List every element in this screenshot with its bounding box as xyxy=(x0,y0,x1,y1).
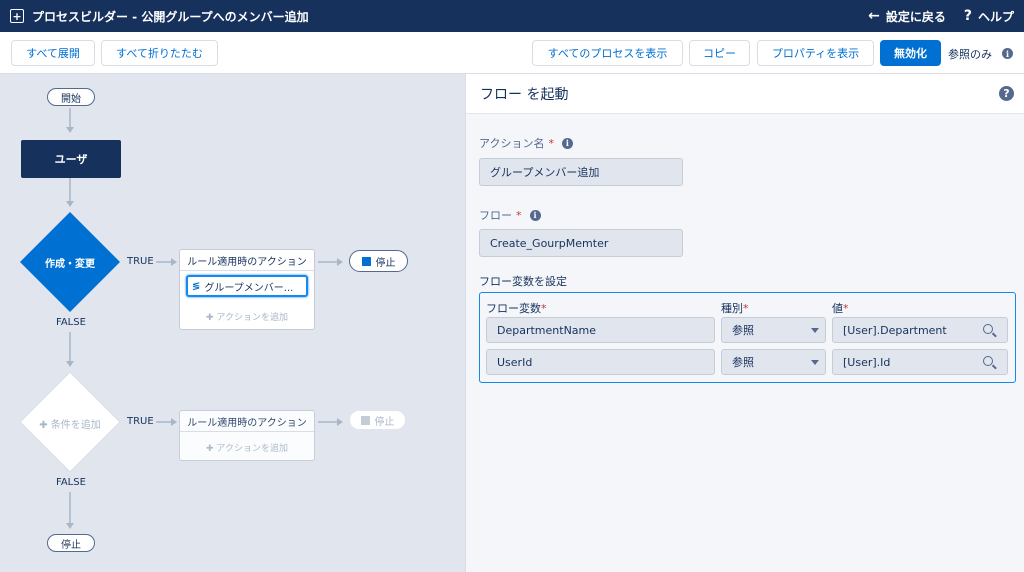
false-label-2: FALSE xyxy=(56,477,86,488)
add-action-2-label: アクションを追加 xyxy=(216,444,288,454)
back-to-setup-link[interactable]: ← 設定に戻る xyxy=(868,8,946,25)
back-to-setup-label: 設定に戻る xyxy=(885,9,946,24)
type-select-2-value: 参照 xyxy=(732,356,754,369)
plus-icon: ✚ xyxy=(206,313,217,323)
add-action-2[interactable]: ✚ アクションを追加 xyxy=(180,441,314,454)
process-builder-icon: + xyxy=(10,9,24,23)
value-field-1-text: [User].Department xyxy=(843,323,947,337)
col-header-type-text: 種別 xyxy=(721,302,743,315)
type-select-2[interactable]: 参照 xyxy=(721,349,826,375)
info-icon[interactable]: i xyxy=(529,209,541,221)
immediate-actions-2: ルール適用時のアクション ✚ アクションを追加 xyxy=(179,410,315,461)
info-icon[interactable]: i xyxy=(1002,48,1013,59)
immediate-actions-1: ルール適用時のアクション ≶ グループメンバー... ✚ アクションを追加 xyxy=(179,249,315,330)
search-icon[interactable] xyxy=(983,324,993,334)
deactivate-button[interactable]: 無効化 xyxy=(880,40,941,66)
required-mark: * xyxy=(516,208,522,222)
col-header-value-text: 値 xyxy=(832,302,843,315)
var-name-field-2[interactable]: UserId xyxy=(486,349,715,375)
panel-title: フロー を起動 xyxy=(480,86,569,103)
stop-node-2[interactable]: 停止 xyxy=(349,410,406,430)
false-label-1: FALSE xyxy=(56,317,86,328)
stop-node-1-label: 停止 xyxy=(375,257,396,269)
arrow-left-icon: ← xyxy=(868,8,880,24)
value-field-2[interactable]: [User].Id xyxy=(832,349,1008,375)
page-title: プロセスビルダー - 公開グループへのメンバー追加 xyxy=(32,9,309,24)
help-link[interactable]: ? ヘルプ xyxy=(964,8,1014,25)
action-item-flow[interactable]: ≶ グループメンバー... xyxy=(186,275,308,297)
type-select-1-value: 参照 xyxy=(732,324,754,337)
stop-node-2-label: 停止 xyxy=(374,416,395,428)
add-action-1[interactable]: ✚ アクションを追加 xyxy=(180,310,314,323)
required-mark: * xyxy=(541,302,547,315)
help-label: ヘルプ xyxy=(977,9,1014,24)
show-properties-button[interactable]: プロパティを表示 xyxy=(757,40,874,66)
object-node[interactable]: ユーザ xyxy=(21,140,121,178)
action-item-label: グループメンバー... xyxy=(204,282,294,294)
stop-node-1[interactable]: 停止 xyxy=(349,250,408,272)
plus-icon: ✚ xyxy=(206,444,217,454)
add-action-1-label: アクションを追加 xyxy=(216,313,288,323)
stop-square-icon xyxy=(360,415,370,425)
action-name-label: アクション名 * i xyxy=(479,135,573,151)
chevron-down-icon xyxy=(811,328,819,333)
action-name-field[interactable]: グループメンバー追加 xyxy=(479,158,683,186)
flow-label-text: フロー xyxy=(479,209,512,222)
required-mark: * xyxy=(743,302,749,315)
col-header-type: 種別* xyxy=(721,300,749,316)
add-criteria-label[interactable]: ✚ 条件を追加 xyxy=(30,416,110,431)
col-header-var-text: フロー変数 xyxy=(486,302,541,315)
immediate-actions-header-2: ルール適用時のアクション xyxy=(180,411,314,432)
required-mark: * xyxy=(843,302,849,315)
flow-icon: ≶ xyxy=(192,280,201,292)
true-label-1: TRUE xyxy=(127,256,154,267)
chevron-down-icon xyxy=(811,360,819,365)
plus-icon: ✚ xyxy=(39,420,51,431)
start-node[interactable]: 開始 xyxy=(47,88,95,106)
info-icon[interactable]: i xyxy=(561,137,573,149)
copy-button[interactable]: コピー xyxy=(689,40,750,66)
search-icon[interactable] xyxy=(983,356,993,366)
var-name-field-1[interactable]: DepartmentName xyxy=(486,317,715,343)
value-field-1[interactable]: [User].Department xyxy=(832,317,1008,343)
app-header: + プロセスビルダー - 公開グループへのメンバー追加 ← 設定に戻る ? ヘル… xyxy=(0,0,1024,32)
col-header-var: フロー変数* xyxy=(486,300,547,316)
read-only-label: 参照のみ xyxy=(948,48,992,61)
value-field-2-text: [User].Id xyxy=(843,355,891,369)
add-criteria-text: 条件を追加 xyxy=(50,420,101,431)
set-vars-label: フロー変数を設定 xyxy=(479,275,567,288)
type-select-1[interactable]: 参照 xyxy=(721,317,826,343)
expand-all-button[interactable]: すべて展開 xyxy=(11,40,95,66)
criteria-1-label: 作成・変更 xyxy=(45,259,95,270)
col-header-value: 値* xyxy=(832,300,849,316)
collapse-all-button[interactable]: すべて折りたたむ xyxy=(101,40,218,66)
immediate-actions-header: ルール適用時のアクション xyxy=(180,250,314,271)
flow-label: フロー * i xyxy=(479,207,541,223)
toolbar: すべて展開 すべて折りたたむ すべてのプロセスを表示 コピー プロパティを表示 … xyxy=(0,32,1024,74)
end-stop-node[interactable]: 停止 xyxy=(47,534,95,552)
flow-field[interactable]: Create_GourpMemter xyxy=(479,229,683,257)
panel-header: フロー を起動 ? xyxy=(466,74,1024,114)
true-label-2: TRUE xyxy=(127,416,154,427)
process-canvas: 開始 ユーザ 作成・変更 TRUE FALSE ルール適用時のアクション ≶ グ… xyxy=(0,74,465,572)
show-all-processes-button[interactable]: すべてのプロセスを表示 xyxy=(532,40,683,66)
stop-square-icon xyxy=(361,256,371,266)
question-icon: ? xyxy=(963,8,972,24)
help-icon[interactable]: ? xyxy=(999,86,1014,101)
required-mark: * xyxy=(548,136,554,150)
flow-variables-table: フロー変数* 種別* 値* DepartmentName 参照 [User].D… xyxy=(479,292,1016,383)
property-panel: フロー を起動 ? アクション名 * i グループメンバー追加 フロー * i Cr… xyxy=(465,74,1024,572)
action-name-label-text: アクション名 xyxy=(479,137,545,150)
